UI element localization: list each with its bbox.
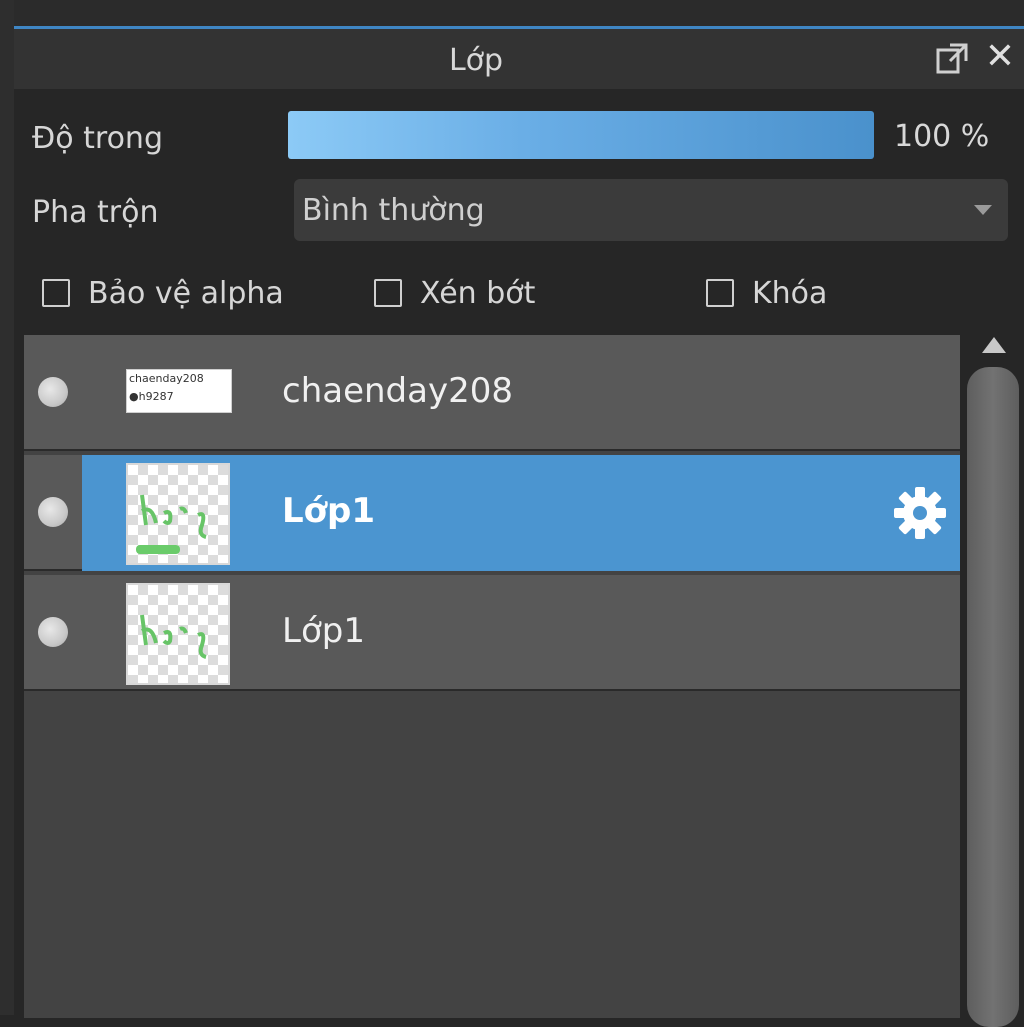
layer-thumbnail-art [136, 494, 207, 554]
gear-icon[interactable] [892, 485, 948, 541]
visibility-toggle[interactable] [38, 377, 68, 407]
visibility-toggle[interactable] [38, 617, 68, 647]
blend-mode-select[interactable]: Bình thường [294, 179, 1008, 241]
arrow-up-icon[interactable] [982, 337, 1006, 353]
left-edge [0, 0, 14, 1015]
clip-label: Xén bớt [420, 275, 536, 311]
blend-label: Pha trộn [32, 195, 159, 230]
layer-name: Lớp1 [282, 611, 365, 651]
opacity-label: Độ trong [32, 121, 163, 156]
undock-icon-glyph [936, 43, 968, 74]
layer-name: Lớp1 [282, 491, 376, 531]
panel-titlebar: Lớp ✕ [14, 29, 1024, 89]
layer-name: chaenday208 [282, 371, 513, 411]
lock-label: Khóa [752, 275, 828, 311]
undock-icon[interactable] [934, 41, 970, 77]
alpha-protect-checkbox[interactable] [42, 279, 70, 307]
option-alpha-protect[interactable]: Bảo vệ alpha [42, 271, 284, 315]
layer-thumbnail: chaenday208 ●h9287 [126, 369, 232, 413]
layer-list: chaenday208 ●h9287 chaenday208 Lớp1 Lớp1 [24, 335, 960, 1018]
layer-thumbnail [126, 583, 230, 685]
close-icon[interactable]: ✕ [982, 37, 1018, 77]
layer-row[interactable]: chaenday208 ●h9287 chaenday208 [24, 335, 960, 451]
option-lock[interactable]: Khóa [706, 271, 827, 315]
panel-title: Lớp [448, 43, 504, 78]
layers-panel: Lớp ✕ Độ trong 100 % Pha trộn Bình thườn… [14, 26, 1024, 1027]
layer-thumbnail-art [140, 614, 207, 659]
layer-thumbnail [126, 463, 230, 565]
layer-row-selected[interactable]: Lớp1 [24, 455, 960, 571]
blend-mode-value: Bình thường [302, 193, 485, 228]
lock-checkbox[interactable] [706, 279, 734, 307]
layer-row[interactable]: Lớp1 [24, 575, 960, 691]
chevron-down-icon [974, 205, 992, 215]
scrollbar-track[interactable] [964, 365, 1022, 1027]
option-clip[interactable]: Xén bớt [374, 271, 535, 315]
clip-checkbox[interactable] [374, 279, 402, 307]
top-bar [0, 0, 1024, 26]
alpha-protect-label: Bảo vệ alpha [88, 275, 284, 311]
opacity-value: 100 % [894, 119, 990, 154]
gear-icon-glyph [894, 487, 946, 539]
scrollbar-thumb[interactable] [967, 367, 1019, 1027]
opacity-slider[interactable] [288, 111, 874, 159]
visibility-toggle[interactable] [38, 497, 68, 527]
